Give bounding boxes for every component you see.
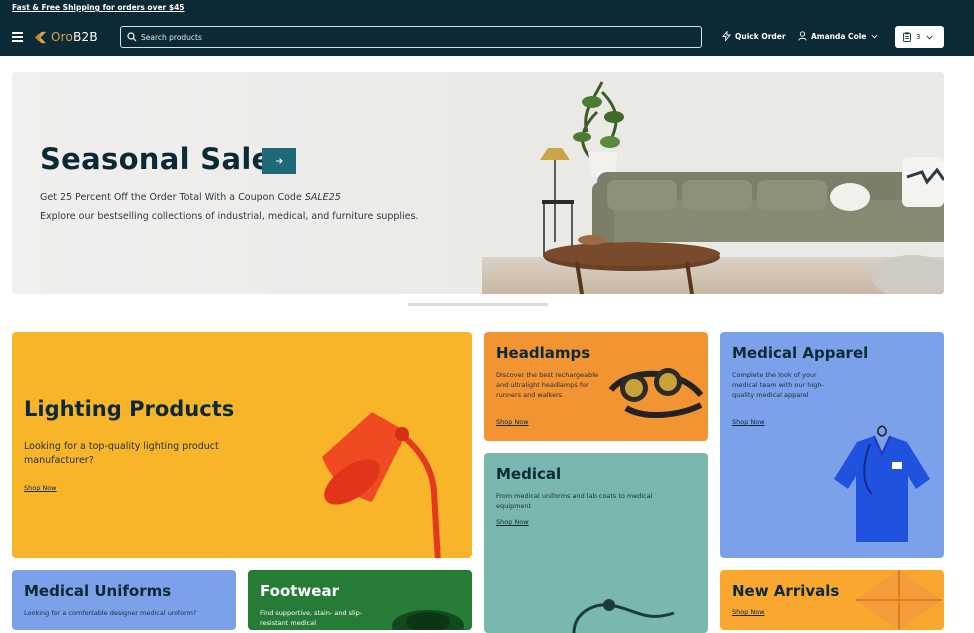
cart-button[interactable]: 3 — [895, 26, 944, 48]
shop-now-link[interactable]: Shop Now — [24, 484, 57, 492]
shop-now-link[interactable]: Shop Now — [732, 608, 765, 616]
desk-lamp-image — [322, 412, 441, 558]
headlamp-image — [608, 368, 704, 419]
tile-title: Medical Uniforms — [24, 582, 172, 600]
hero-subtitle: Explore our bestselling collections of i… — [40, 211, 419, 222]
search-box — [120, 26, 702, 48]
tile-title: Footwear — [260, 582, 339, 600]
shop-now-link[interactable]: Shop Now — [496, 418, 529, 426]
user-icon — [798, 31, 807, 41]
tile-description: Discover the best rechargeable and ultra… — [496, 371, 598, 399]
tile-description: Looking for a comfortable designer medic… — [24, 609, 197, 617]
cart-count: 3 — [916, 33, 921, 41]
category-tile-medical[interactable]: Medical From medical uniforms and lab co… — [484, 453, 708, 633]
stethoscope-image — [572, 599, 675, 633]
category-tile-footwear[interactable]: Footwear Find supportive, stain- and sli… — [248, 570, 472, 630]
tile-title: Medical — [496, 465, 562, 483]
quick-order-label: Quick Order — [735, 31, 786, 41]
arrow-right-icon — [276, 158, 283, 164]
shop-now-link[interactable]: Shop Now — [496, 518, 529, 526]
tile-description: Looking for a top-quality lighting produ… — [24, 441, 219, 466]
carousel-indicator[interactable] — [408, 303, 548, 306]
tile-description: Complete the look of your medical team w… — [732, 371, 824, 399]
tile-title: Lighting Products — [24, 397, 235, 421]
scrubs-image — [834, 425, 930, 542]
chevron-down-icon — [871, 34, 878, 38]
tile-title: New Arrivals — [732, 582, 840, 600]
clog-shoe-image — [392, 610, 464, 630]
category-tile-new-arrivals[interactable]: New Arrivals Shop Now — [720, 570, 944, 630]
quick-order-button[interactable]: Quick Order — [722, 31, 786, 41]
living-room-image — [482, 72, 944, 294]
tile-title: Headlamps — [496, 344, 591, 362]
logo[interactable]: OroB2B — [33, 29, 98, 45]
chevron-down-icon — [926, 35, 933, 39]
lightning-icon — [722, 31, 731, 41]
hero-arrow-button[interactable] — [262, 148, 296, 174]
tile-description: From medical uniforms and lab coats to m… — [496, 492, 653, 510]
header: OroB2B Quick Order Amanda Cole 3 — [0, 18, 974, 56]
category-tile-lighting[interactable]: Lighting Products Looking for a top-qual… — [12, 332, 472, 558]
category-tile-medical-apparel[interactable]: Medical Apparel Complete the look of you… — [720, 332, 944, 558]
category-tile-medical-uniforms[interactable]: Medical Uniforms Looking for a comfortab… — [12, 570, 236, 630]
user-name: Amanda Cole — [811, 31, 867, 41]
coupon-code: SALE25 — [304, 192, 341, 203]
gift-box-image — [856, 570, 942, 630]
tile-title: Medical Apparel — [732, 344, 869, 362]
search-input[interactable] — [141, 30, 691, 44]
logo-mark-icon — [34, 31, 47, 43]
hamburger-menu-icon[interactable] — [12, 32, 23, 42]
hero-title: Seasonal Sale — [40, 142, 272, 176]
tile-description: Find supportive, stain- and slip-resista… — [260, 609, 363, 627]
hero-banner[interactable]: Seasonal Sale Get 25 Percent Off the Ord… — [12, 72, 944, 294]
category-tile-headlamps[interactable]: Headlamps Discover the best rechargeable… — [484, 332, 708, 441]
hero-coupon-text: Get 25 Percent Off the Order Total With … — [40, 192, 341, 203]
shop-now-link[interactable]: Shop Now — [732, 418, 765, 426]
logo-text: OroB2B — [51, 30, 98, 44]
user-menu[interactable]: Amanda Cole — [798, 31, 882, 41]
search-icon — [127, 32, 137, 42]
promo-link[interactable]: Fast & Free Shipping for orders over $45 — [12, 3, 185, 12]
promo-bar: Fast & Free Shipping for orders over $45 — [0, 0, 974, 18]
clipboard-icon — [903, 32, 911, 42]
